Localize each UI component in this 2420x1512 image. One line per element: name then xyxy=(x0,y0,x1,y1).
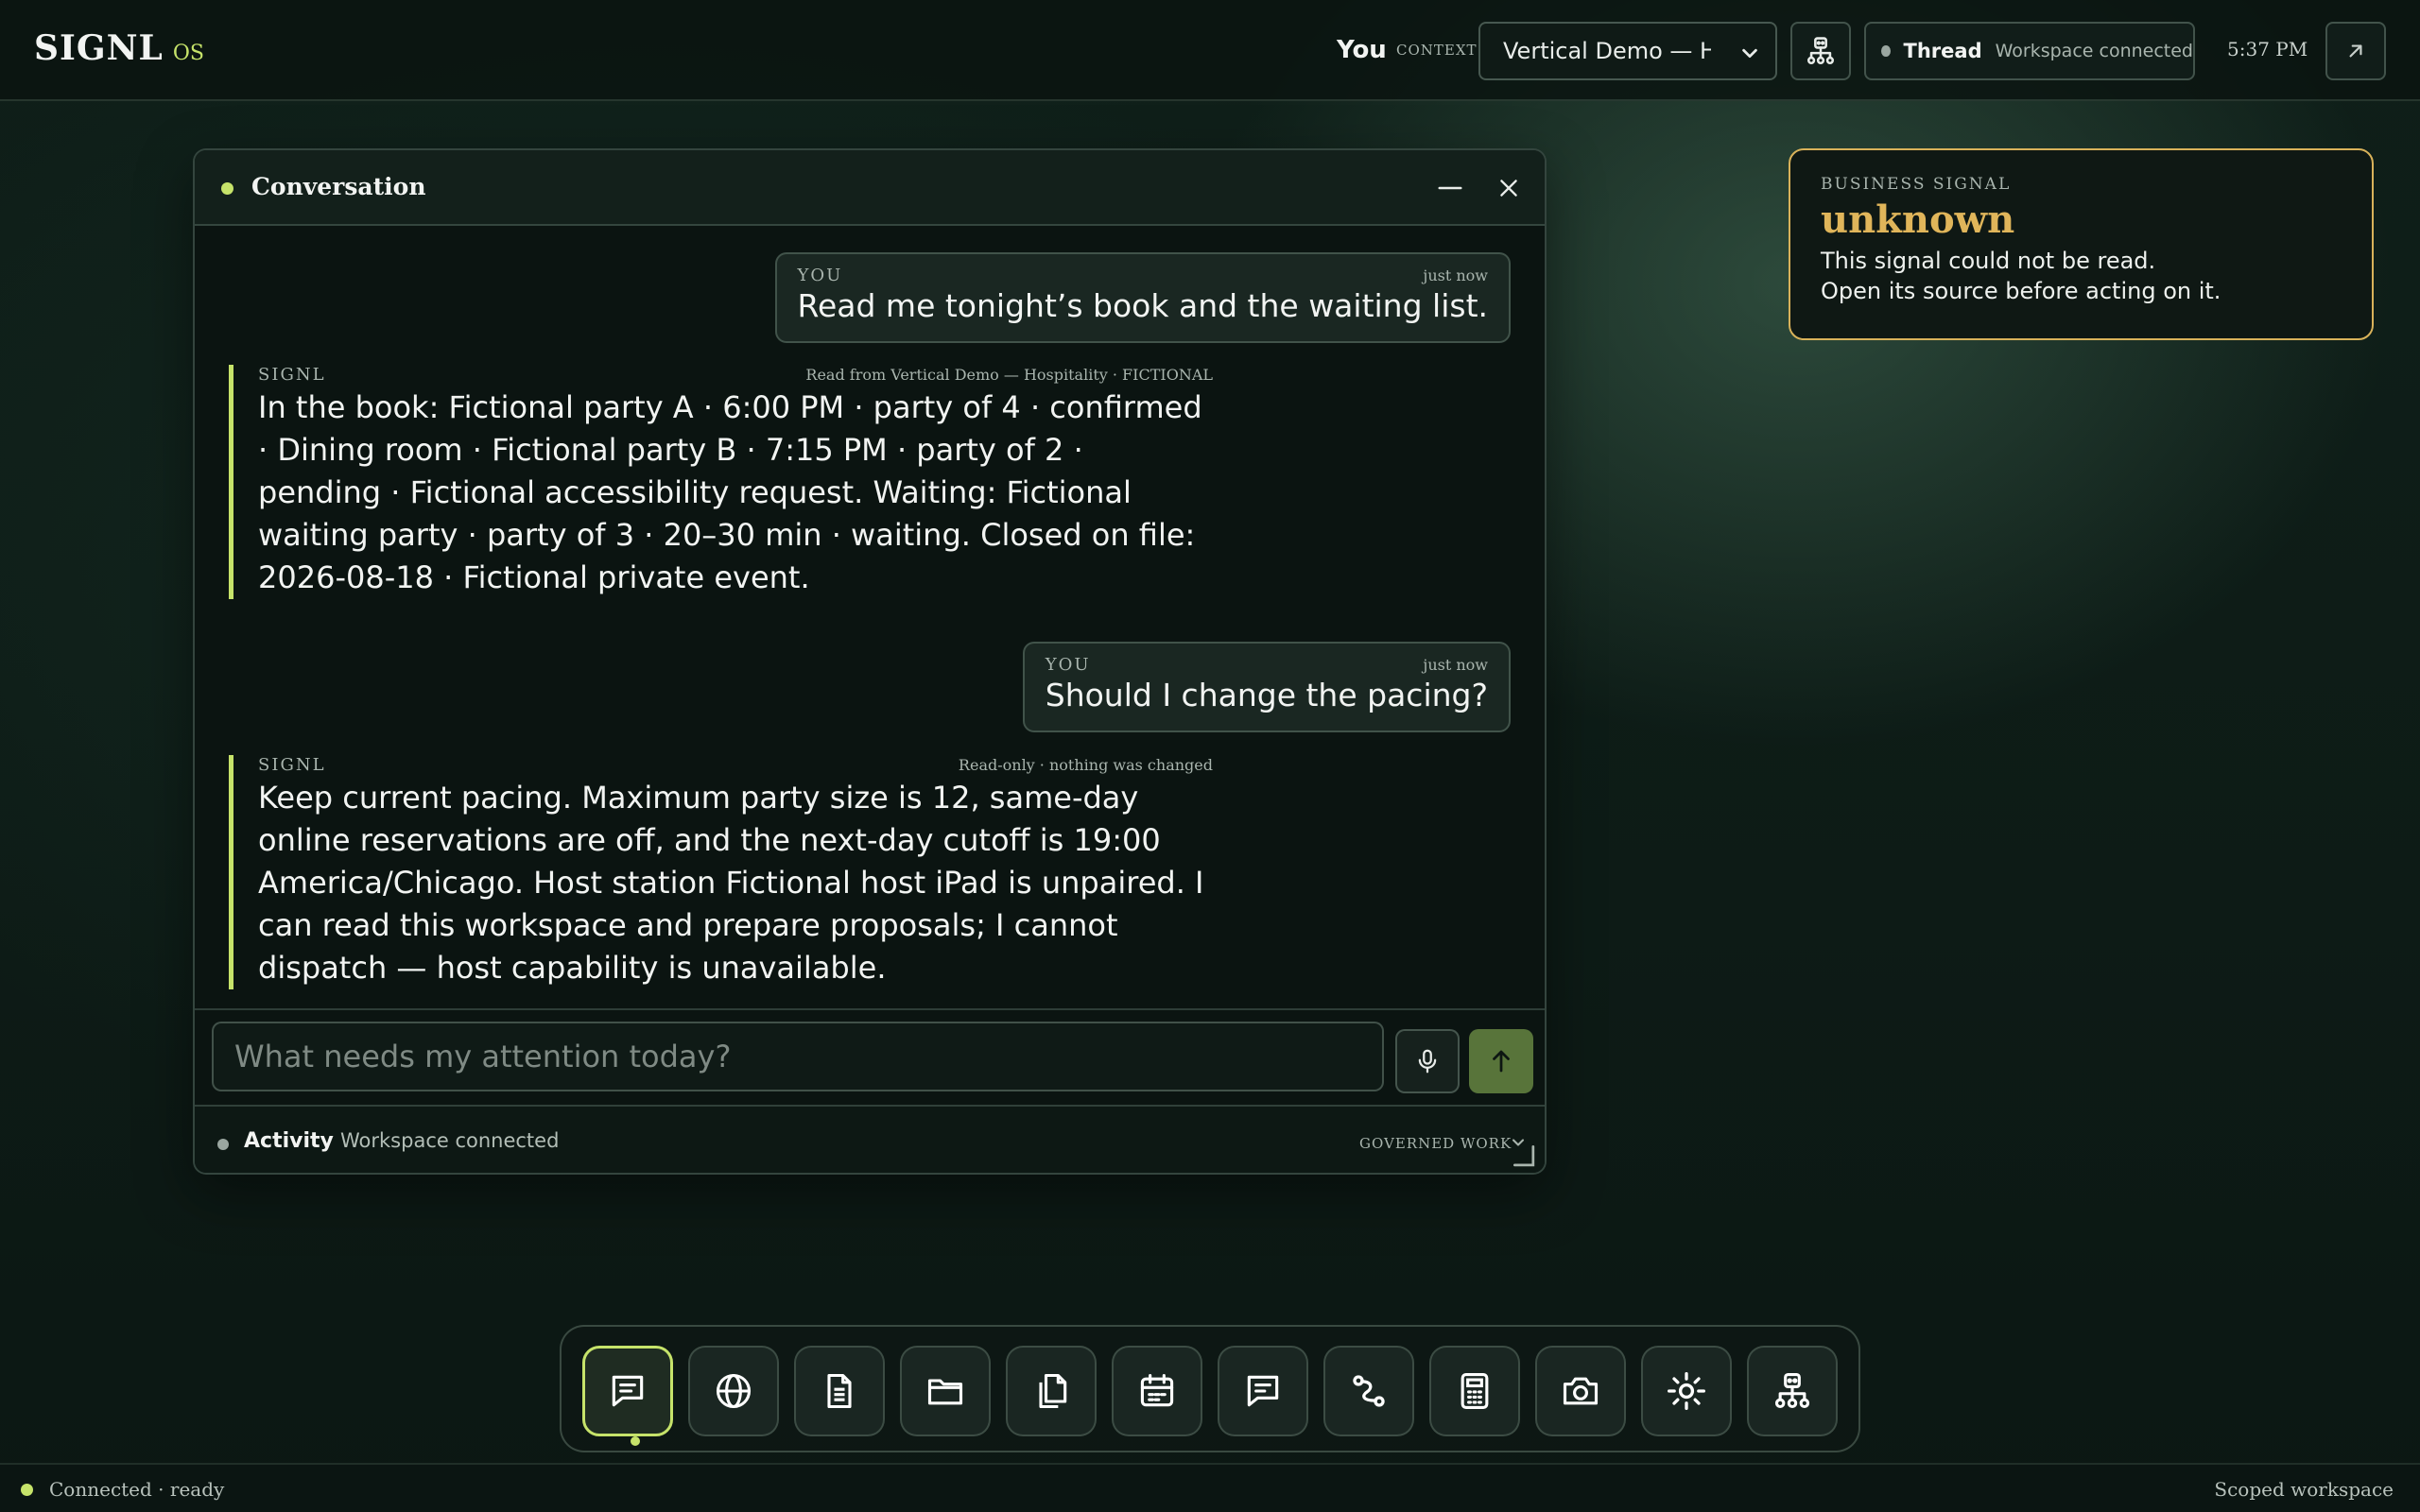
conversation-title: Conversation xyxy=(251,173,426,200)
status-dot xyxy=(1881,45,1891,57)
dock-routes-button[interactable] xyxy=(1323,1346,1414,1436)
message-input[interactable] xyxy=(212,1022,1384,1091)
dock-settings-button[interactable] xyxy=(1641,1346,1732,1436)
send-button[interactable] xyxy=(1469,1029,1533,1093)
calculator-icon xyxy=(1454,1370,1495,1412)
dock-calendar-button[interactable] xyxy=(1112,1346,1202,1436)
thread-status-pill[interactable]: Thread Workspace connected xyxy=(1864,22,2195,80)
message-author: YOU xyxy=(1045,655,1091,675)
dock-files-button[interactable] xyxy=(900,1346,991,1436)
open-external-button[interactable] xyxy=(2325,22,2386,80)
sun-icon xyxy=(1666,1370,1707,1412)
conversation-header: Conversation xyxy=(195,150,1545,226)
message-author: YOU xyxy=(797,266,843,285)
message-icon xyxy=(1242,1370,1284,1412)
dock-web-button[interactable] xyxy=(688,1346,779,1436)
close-button[interactable] xyxy=(1492,171,1526,205)
close-icon xyxy=(1496,176,1521,200)
chevron-down-icon xyxy=(1739,43,1760,63)
context-select[interactable]: Vertical Demo — H xyxy=(1478,22,1777,80)
context-label: CONTEXT xyxy=(1396,42,1478,59)
dock-camera-button[interactable] xyxy=(1535,1346,1626,1436)
arrow-up-icon xyxy=(1487,1047,1515,1075)
microphone-button[interactable] xyxy=(1395,1029,1460,1093)
app-dock xyxy=(560,1325,1860,1452)
thread-title: Thread xyxy=(1903,40,1982,62)
dock-messages-button[interactable] xyxy=(1218,1346,1308,1436)
activity-title: Activity xyxy=(244,1129,334,1153)
folder-icon xyxy=(925,1370,966,1412)
message-text: Should I change the pacing? xyxy=(1045,677,1488,713)
connection-status: Connected · ready xyxy=(49,1478,225,1501)
message-time: just now xyxy=(1423,656,1488,674)
top-bar: SIGNL OS You CONTEXT Vertical Demo — H T… xyxy=(0,0,2420,101)
composer xyxy=(195,1008,1545,1105)
signal-description: This signal could not be read. Open its … xyxy=(1821,246,2342,306)
status-dot xyxy=(21,1484,33,1496)
message-source-note: Read from Vertical Demo — Hospitality · … xyxy=(805,366,1213,384)
message-text: Read me tonight’s book and the waiting l… xyxy=(797,287,1488,324)
conversation-window: Conversation YOU just now Read me tonigh… xyxy=(193,148,1547,1175)
copy-icon xyxy=(1030,1370,1072,1412)
message-source-note: Read-only · nothing was changed xyxy=(958,756,1213,774)
workspace-scope: Scoped workspace xyxy=(2214,1478,2394,1501)
signal-kicker: BUSINESS SIGNAL xyxy=(1821,175,2012,194)
calendar-icon xyxy=(1136,1370,1178,1412)
camera-icon xyxy=(1560,1370,1601,1412)
document-icon xyxy=(819,1370,860,1412)
assistant-message: SIGNL Read-only · nothing was changed Ke… xyxy=(229,755,1213,989)
arrow-up-right-icon xyxy=(2343,39,2368,63)
brand: SIGNL OS xyxy=(34,28,204,68)
user-label: You xyxy=(1337,36,1387,64)
signal-value: unknown xyxy=(1821,198,2015,242)
message-text: Keep current pacing. Maximum party size … xyxy=(258,780,1204,986)
thread-status: Workspace connected xyxy=(1995,41,2193,61)
user-message: YOU just now Should I change the pacing? xyxy=(1022,642,1511,732)
network-icon xyxy=(1772,1370,1813,1412)
activity-status: Workspace connected xyxy=(340,1129,560,1152)
message-author: SIGNL xyxy=(258,365,326,385)
assistant-message: SIGNL Read from Vertical Demo — Hospital… xyxy=(229,365,1213,599)
dock-calculator-button[interactable] xyxy=(1429,1346,1520,1436)
minimize-icon xyxy=(1436,174,1464,202)
business-signal-card[interactable]: BUSINESS SIGNAL unknown This signal coul… xyxy=(1789,148,2374,340)
message-time: just now xyxy=(1423,266,1488,284)
brand-suffix: OS xyxy=(172,42,204,65)
dock-network-button[interactable] xyxy=(1747,1346,1838,1436)
dock-documents-button[interactable] xyxy=(794,1346,885,1436)
microphone-icon xyxy=(1413,1047,1442,1075)
resize-handle-icon[interactable] xyxy=(1511,1143,1535,1167)
active-indicator xyxy=(631,1436,640,1446)
clock: 5:37 PM xyxy=(2227,38,2308,60)
org-network-button[interactable] xyxy=(1790,22,1851,80)
governed-work-label: GOVERNED WORK xyxy=(1359,1135,1512,1152)
status-bar: Connected · ready Scoped workspace xyxy=(0,1463,2420,1512)
minimize-button[interactable] xyxy=(1433,171,1467,205)
status-dot xyxy=(217,1139,229,1150)
dock-copies-button[interactable] xyxy=(1006,1346,1097,1436)
globe-icon xyxy=(713,1370,754,1412)
activity-bar[interactable]: Activity Workspace connected GOVERNED WO… xyxy=(195,1105,1545,1173)
user-message: YOU just now Read me tonight’s book and … xyxy=(774,252,1511,343)
chat-icon xyxy=(607,1370,648,1412)
status-dot xyxy=(221,182,233,195)
brand-name: SIGNL xyxy=(34,28,164,68)
signal-description-line: Open its source before acting on it. xyxy=(1821,278,2221,304)
message-text: In the book: Fictional party A · 6:00 PM… xyxy=(258,389,1202,595)
network-icon xyxy=(1805,35,1837,67)
context-select-value: Vertical Demo — H xyxy=(1503,38,1711,64)
dock-chat-button[interactable] xyxy=(582,1346,673,1436)
message-author: SIGNL xyxy=(258,755,326,775)
route-icon xyxy=(1348,1370,1390,1412)
signal-description-line: This signal could not be read. xyxy=(1821,248,2156,274)
